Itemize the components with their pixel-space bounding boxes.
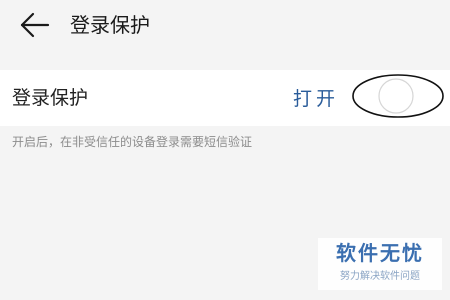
top-bar: 登录保护: [0, 0, 450, 54]
back-arrow-icon[interactable]: [18, 10, 52, 40]
hint-text: 开启后，在非受信任的设备登录需要短信验证: [12, 135, 253, 149]
watermark-logo: 软件无忧 努力解决软件问题: [318, 238, 442, 290]
page-title: 登录保护: [70, 13, 150, 37]
login-protection-toggle[interactable]: [350, 72, 446, 120]
watermark-subtitle: 努力解决软件问题: [340, 271, 420, 282]
open-annotation: 打开: [293, 88, 340, 110]
watermark-title: 软件无忧: [336, 241, 424, 265]
login-protection-row[interactable]: 登录保护 打开: [0, 70, 450, 126]
setting-label: 登录保护: [12, 87, 89, 109]
